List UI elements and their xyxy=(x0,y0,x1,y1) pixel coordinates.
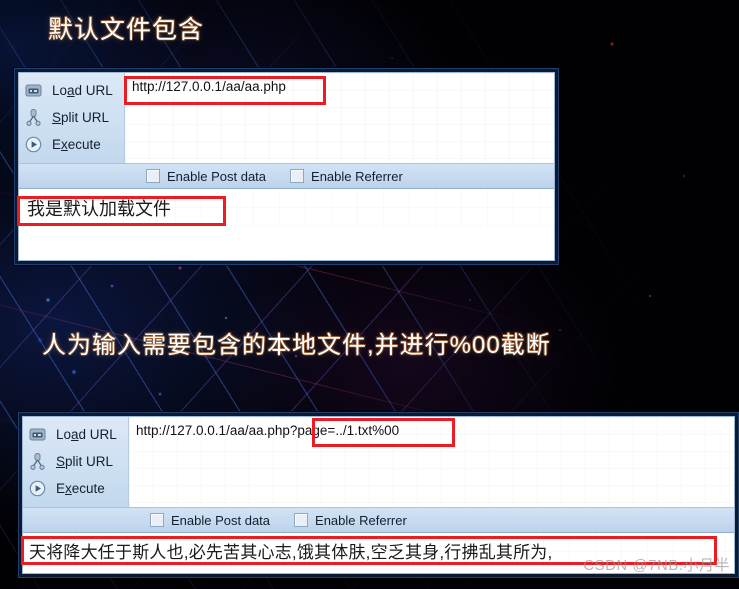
checkbox-box[interactable] xyxy=(146,169,160,183)
url-base-2: http://127.0.0.1/aa/aa.php xyxy=(136,423,290,438)
split-url-icon xyxy=(23,108,43,128)
execute-button[interactable]: Execute xyxy=(23,475,128,502)
url-param-2: ?page=../1.txt%00 xyxy=(289,423,400,438)
load-url-icon xyxy=(27,425,47,445)
enable-referrer-label: Enable Referrer xyxy=(311,168,403,184)
enable-referrer-label: Enable Referrer xyxy=(315,512,407,528)
execute-play-icon xyxy=(27,479,47,499)
hackbar-panel-default-inner: Load URL Split URL Execute http://127.0.… xyxy=(18,72,555,261)
hackbar-panel-default: Load URL Split URL Execute http://127.0.… xyxy=(14,68,559,265)
execute-label: Execute xyxy=(56,481,105,496)
load-url-label: Load URL xyxy=(52,83,113,98)
hackbar-options-row-2: Enable Post data Enable Referrer xyxy=(23,507,734,533)
hackbar-panel-manual-inner: Load URL Split URL Execute http://127.0.… xyxy=(22,416,735,574)
enable-referrer-checkbox-1[interactable]: Enable Referrer xyxy=(290,169,403,184)
checkbox-box[interactable] xyxy=(150,513,164,527)
screenshot-root: 默认文件包含 Load URL Split URL Execute http:/… xyxy=(0,0,739,589)
split-url-button[interactable]: Split URL xyxy=(23,448,128,475)
url-base-1: http://127.0.0.1/aa/aa.php xyxy=(132,79,286,94)
url-input-1[interactable]: http://127.0.0.1/aa/aa.php xyxy=(125,73,554,163)
enable-post-data-label: Enable Post data xyxy=(171,512,271,528)
section-heading-default-include: 默认文件包含 xyxy=(48,16,205,44)
checkbox-box[interactable] xyxy=(294,513,309,527)
hackbar-toolbar-2: Load URL Split URL Execute xyxy=(23,417,129,507)
hackbar-toolbar-row-2: Load URL Split URL Execute http://127.0.… xyxy=(23,417,734,507)
enable-post-data-checkbox-1[interactable]: Enable Post data xyxy=(146,169,266,184)
enable-post-data-label: Enable Post data xyxy=(167,168,267,184)
execute-play-icon xyxy=(23,135,43,155)
hackbar-options-row-1: Enable Post data Enable Referrer xyxy=(19,163,554,189)
url-input-area-1[interactable]: http://127.0.0.1/aa/aa.php xyxy=(125,73,554,163)
url-input-2[interactable]: http://127.0.0.1/aa/aa.php?page=../1.txt… xyxy=(129,417,734,507)
url-input-area-2[interactable]: http://127.0.0.1/aa/aa.php?page=../1.txt… xyxy=(129,417,734,507)
enable-referrer-checkbox-2[interactable]: Enable Referrer xyxy=(294,513,407,528)
split-url-button[interactable]: Split URL xyxy=(19,104,124,131)
execute-label: Execute xyxy=(52,137,101,152)
load-url-label: Load URL xyxy=(56,427,117,442)
load-url-button[interactable]: Load URL xyxy=(19,77,124,104)
hackbar-toolbar-1: Load URL Split URL Execute xyxy=(19,73,125,163)
load-url-button[interactable]: Load URL xyxy=(23,421,128,448)
split-url-icon xyxy=(27,452,47,472)
split-url-label: Split URL xyxy=(56,454,114,469)
watermark: CSDN @7NB.小月半 xyxy=(583,557,730,574)
execute-button[interactable]: Execute xyxy=(19,131,124,158)
checkbox-box[interactable] xyxy=(290,169,305,183)
page-result-text-1: 我是默认加载文件 xyxy=(27,199,171,219)
split-url-label: Split URL xyxy=(52,110,110,125)
section-heading-manual-include: 人为输入需要包含的本地文件,并进行%00截断 xyxy=(42,332,551,359)
hackbar-toolbar-row-1: Load URL Split URL Execute http://127.0.… xyxy=(19,73,554,163)
enable-post-data-checkbox-2[interactable]: Enable Post data xyxy=(150,513,270,528)
page-result-pane-1: 我是默认加载文件 xyxy=(19,189,554,227)
load-url-icon xyxy=(23,81,43,101)
